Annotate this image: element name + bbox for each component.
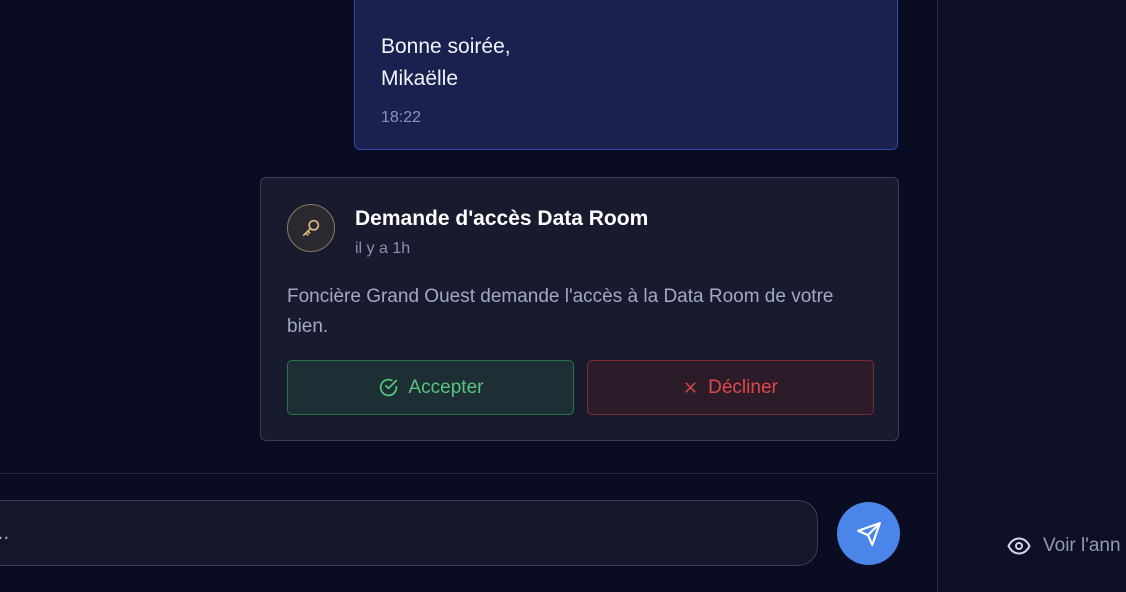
- message-timestamp: 18:22: [381, 109, 422, 126]
- request-title: Demande d'accès Data Room: [355, 207, 649, 230]
- composer-divider: [0, 473, 937, 474]
- eye-icon: [1007, 534, 1031, 558]
- decline-label: Décliner: [708, 376, 778, 398]
- sent-message-bubble: Bonne soirée, Mikaëlle 18:22: [354, 0, 898, 150]
- messaging-screen: Bonne soirée, Mikaëlle 18:22 Demande d'a…: [0, 0, 1126, 592]
- data-room-request-card: Demande d'accès Data Room il y a 1h Fonc…: [260, 177, 899, 441]
- send-button[interactable]: [837, 502, 900, 565]
- view-listing-link[interactable]: Voir l'ann: [1007, 534, 1121, 558]
- message-line-2: Mikaëlle: [381, 67, 459, 90]
- conversation-pane: Bonne soirée, Mikaëlle 18:22 Demande d'a…: [0, 0, 937, 592]
- decline-button[interactable]: Décliner: [587, 360, 874, 415]
- send-icon: [856, 521, 882, 547]
- message-line-1: Bonne soirée,: [381, 35, 511, 58]
- view-link-label: Voir l'ann: [1043, 535, 1121, 556]
- request-description: Foncière Grand Ouest demande l'accès à l…: [287, 286, 834, 337]
- request-time: il y a 1h: [355, 240, 411, 257]
- side-panel: Voir l'ann: [937, 0, 1126, 592]
- message-input[interactable]: [0, 500, 818, 566]
- accept-label: Accepter: [408, 376, 484, 398]
- check-circle-icon: [378, 377, 399, 398]
- key-icon: [287, 204, 335, 252]
- message-text: Bonne soirée, Mikaëlle: [381, 31, 511, 95]
- close-icon: [683, 380, 698, 395]
- accept-button[interactable]: Accepter: [287, 360, 574, 415]
